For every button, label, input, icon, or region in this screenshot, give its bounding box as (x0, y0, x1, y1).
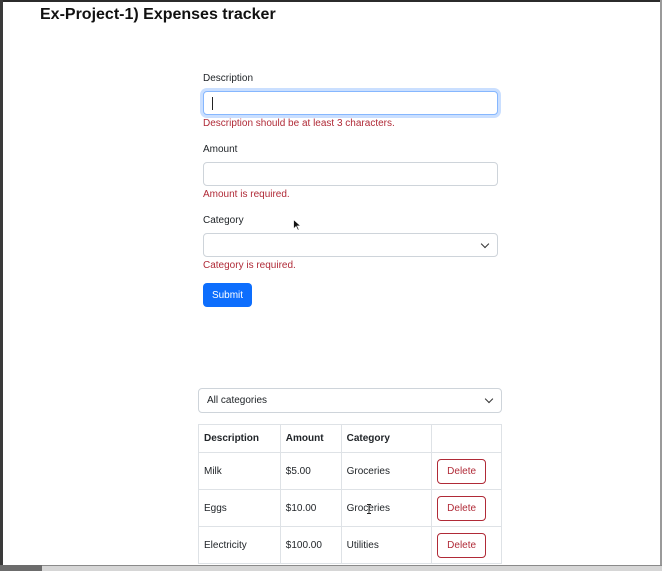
window-left-edge (0, 0, 3, 571)
amount-input[interactable] (203, 162, 498, 186)
window-top-edge (0, 0, 662, 2)
category-label: Category (203, 215, 244, 226)
table-row: Electricity $100.00 Utilities Delete (198, 526, 502, 564)
delete-button[interactable]: Delete (437, 532, 487, 558)
page-title: Ex-Project-1) Expenses tracker (40, 6, 276, 23)
category-filter-select[interactable]: All categories (198, 388, 502, 413)
table-row: Milk $5.00 Groceries Delete (198, 452, 502, 490)
scrollbar-thumb[interactable] (0, 565, 42, 571)
table-header-row: Description Amount Category (198, 424, 502, 453)
cell-actions: Delete (431, 452, 502, 490)
column-header-actions (431, 424, 502, 453)
cell-description: Electricity (198, 526, 281, 564)
column-header-description: Description (198, 424, 281, 453)
cell-category: Utilities (340, 526, 433, 564)
cell-actions: Delete (431, 489, 502, 527)
description-input[interactable] (203, 91, 498, 115)
category-select[interactable] (203, 233, 498, 257)
table-row: Eggs $10.00 Groceries Delete (198, 489, 502, 527)
category-filter-value: All categories (207, 395, 268, 406)
cell-description: Eggs (198, 489, 281, 527)
cell-amount: $100.00 (279, 526, 342, 564)
cell-category: Groceries (340, 452, 433, 490)
expenses-table: Description Amount Category Milk $5.00 G… (198, 424, 502, 564)
chevron-down-icon (484, 394, 494, 404)
column-header-category: Category (340, 424, 433, 453)
cell-category: Groceries (340, 489, 433, 527)
column-header-amount: Amount (279, 424, 342, 453)
delete-button[interactable]: Delete (437, 458, 487, 484)
amount-error: Amount is required. (203, 189, 290, 200)
horizontal-scrollbar[interactable] (0, 565, 662, 571)
cell-amount: $5.00 (279, 452, 342, 490)
cell-description: Milk (198, 452, 281, 490)
amount-label: Amount (203, 144, 238, 155)
cell-actions: Delete (431, 526, 502, 564)
text-cursor-icon (367, 504, 371, 514)
cell-amount: $10.00 (279, 489, 342, 527)
category-error: Category is required. (203, 260, 296, 271)
chevron-down-icon (480, 239, 490, 249)
delete-button[interactable]: Delete (437, 495, 487, 521)
description-label: Description (203, 73, 254, 84)
text-caret (212, 97, 213, 110)
mouse-pointer-icon (293, 219, 302, 231)
submit-button[interactable]: Submit (203, 283, 252, 307)
description-error: Description should be at least 3 charact… (203, 118, 395, 129)
